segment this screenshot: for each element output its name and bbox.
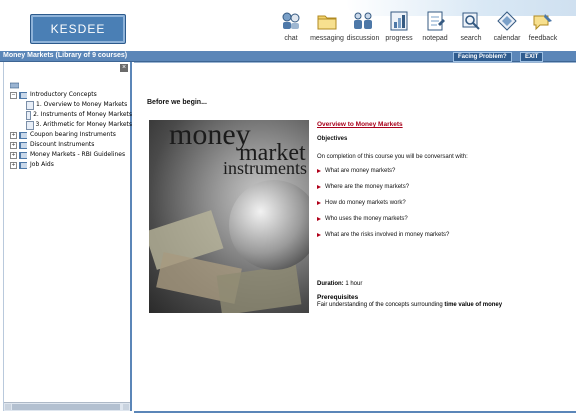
prerequisites-text: Fair understanding of the concepts surro… [317,302,443,308]
page-icon [26,120,34,130]
course-title: Money Markets (Library of 9 courses) [3,52,128,59]
book-icon [19,131,27,139]
tree-item-instruments[interactable]: 2. Instruments of Money Markets [10,110,132,120]
search-button[interactable]: search [456,10,486,50]
facing-problem-button[interactable]: Facing Problem? [453,52,512,62]
objectives-list: What are money markets? Where are the mo… [317,168,567,239]
tree-item-introductory-concepts[interactable]: − Introductory Concepts [10,90,132,100]
course-tree: − Introductory Concepts 1. Overview to M… [10,80,132,170]
people-icon [354,12,372,29]
notepad-icon [427,11,445,31]
horizontal-scrollbar[interactable] [4,402,130,411]
progress-icon [390,11,408,31]
section-heading: Before we begin... [147,99,207,106]
list-item: What are money markets? [317,168,567,175]
progress-button[interactable]: progress [384,10,414,50]
objectives-heading: Objectives [317,136,348,142]
list-item: Who uses the money markets? [317,216,567,223]
tree-item-coupon-bearing[interactable]: + Coupon bearing Instruments [10,130,132,140]
expand-icon[interactable]: + [10,141,17,149]
feedback-button[interactable]: feedback [528,10,558,50]
list-item: What are the risks involved in money mar… [317,232,567,239]
notepad-button[interactable]: notepad [420,10,450,50]
objectives-intro: On completion of this course you will be… [317,154,468,160]
content-pane: Before we begin... money market instrume… [134,62,576,413]
course-tree-pane: × − Introductory Concepts 1. Overview to… [3,62,132,411]
calendar-button[interactable]: calendar [492,10,522,50]
expand-icon[interactable]: + [10,131,17,139]
exit-button[interactable]: EXIT [520,52,544,62]
book-icon [19,91,27,99]
tree-item-arithmetic[interactable]: 3. Arithmetic for Money Markets [10,120,132,130]
kesdee-logo: KESDEE [30,14,126,44]
chat-button[interactable]: chat [276,10,306,50]
book-icon [19,141,27,149]
book-icon [19,151,27,159]
toolbar: chat messaging discussion progress notep… [276,10,564,50]
prerequisites: Prerequisites Fair understanding of the … [317,294,502,308]
prerequisites-heading: Prerequisites [317,294,359,301]
tree-item-discount[interactable]: + Discount Instruments [10,140,132,150]
top-header: KESDEE chat messaging discussion progres… [0,0,576,51]
page-icon [26,110,32,120]
course-info: Overview to Money Markets Objectives On … [317,121,567,248]
calendar-icon [497,11,517,31]
scroll-right-icon[interactable] [123,404,129,410]
duration-label: Duration: [317,281,344,287]
expand-icon[interactable]: + [10,151,17,159]
course-link[interactable]: Overview to Money Markets [317,121,567,128]
close-pane-icon[interactable]: × [120,64,128,72]
feedback-icon [533,14,552,31]
duration-value: 1 hour [345,281,363,287]
list-item: Where are the money markets? [317,184,567,191]
messaging-button[interactable]: messaging [310,10,344,50]
library-icon [10,82,19,88]
prerequisites-emphasis: time value of money [444,302,503,308]
folder-icon [317,15,337,30]
scroll-left-icon[interactable] [5,404,11,410]
tree-root [10,80,132,90]
scroll-thumb[interactable] [12,404,120,410]
page-icon [26,100,34,110]
tree-item-overview[interactable]: 1. Overview to Money Markets [10,100,132,110]
list-item: How do money markets work? [317,200,567,207]
expand-icon[interactable]: + [10,161,17,169]
globe-graphic [229,180,309,270]
search-icon [462,12,480,30]
duration: Duration: 1 hour [317,281,362,287]
chat-icon [282,12,300,29]
course-titlebar: Money Markets (Library of 9 courses) Fac… [0,51,576,62]
tree-item-rbi-guidelines[interactable]: + Money Markets - RBI Guidelines [10,150,132,160]
tree-item-job-aids[interactable]: + Job Aids [10,160,132,170]
discussion-button[interactable]: discussion [347,10,379,50]
collapse-icon[interactable]: − [10,91,17,99]
money-market-image: money market instruments [149,120,309,313]
book-icon [19,161,27,169]
